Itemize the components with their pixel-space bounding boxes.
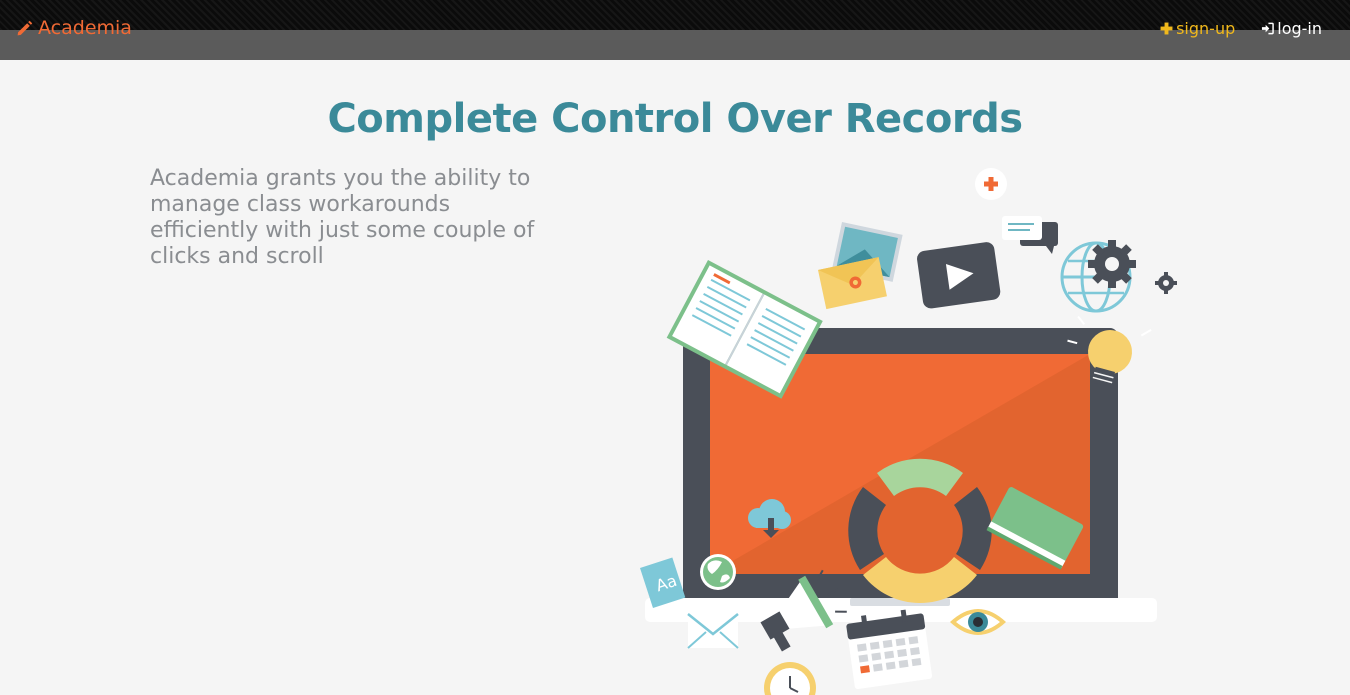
signup-label: sign-up <box>1176 19 1236 38</box>
photo-envelope-icon <box>818 257 887 310</box>
earth-icon <box>700 554 736 590</box>
pencil-icon <box>17 20 33 35</box>
education-illustration: Aa <box>640 168 1177 695</box>
signup-link[interactable]: sign-up <box>1160 19 1235 38</box>
navbar <box>0 30 1350 60</box>
top-banner-strip <box>0 0 1350 30</box>
mail-icon <box>687 613 739 649</box>
gear-icon <box>1088 240 1136 288</box>
hero-description: Academia grants you the ability to manag… <box>150 166 535 269</box>
login-link[interactable]: log-in <box>1261 19 1322 38</box>
plus-icon <box>1160 22 1173 35</box>
page-title: Complete Control Over Records <box>327 96 1023 142</box>
brand-link[interactable]: Academia <box>16 17 132 39</box>
video-play-icon <box>917 242 1001 309</box>
sign-in-icon <box>1262 22 1275 35</box>
brand-name: Academia <box>38 17 132 39</box>
clock-icon <box>764 662 816 695</box>
nav-actions: sign-up log-in <box>1160 19 1322 38</box>
chat-bubble-icon <box>1002 216 1058 254</box>
small-gear-icon <box>1155 272 1177 294</box>
login-label: log-in <box>1277 19 1322 38</box>
plus-badge-icon <box>975 168 1007 200</box>
